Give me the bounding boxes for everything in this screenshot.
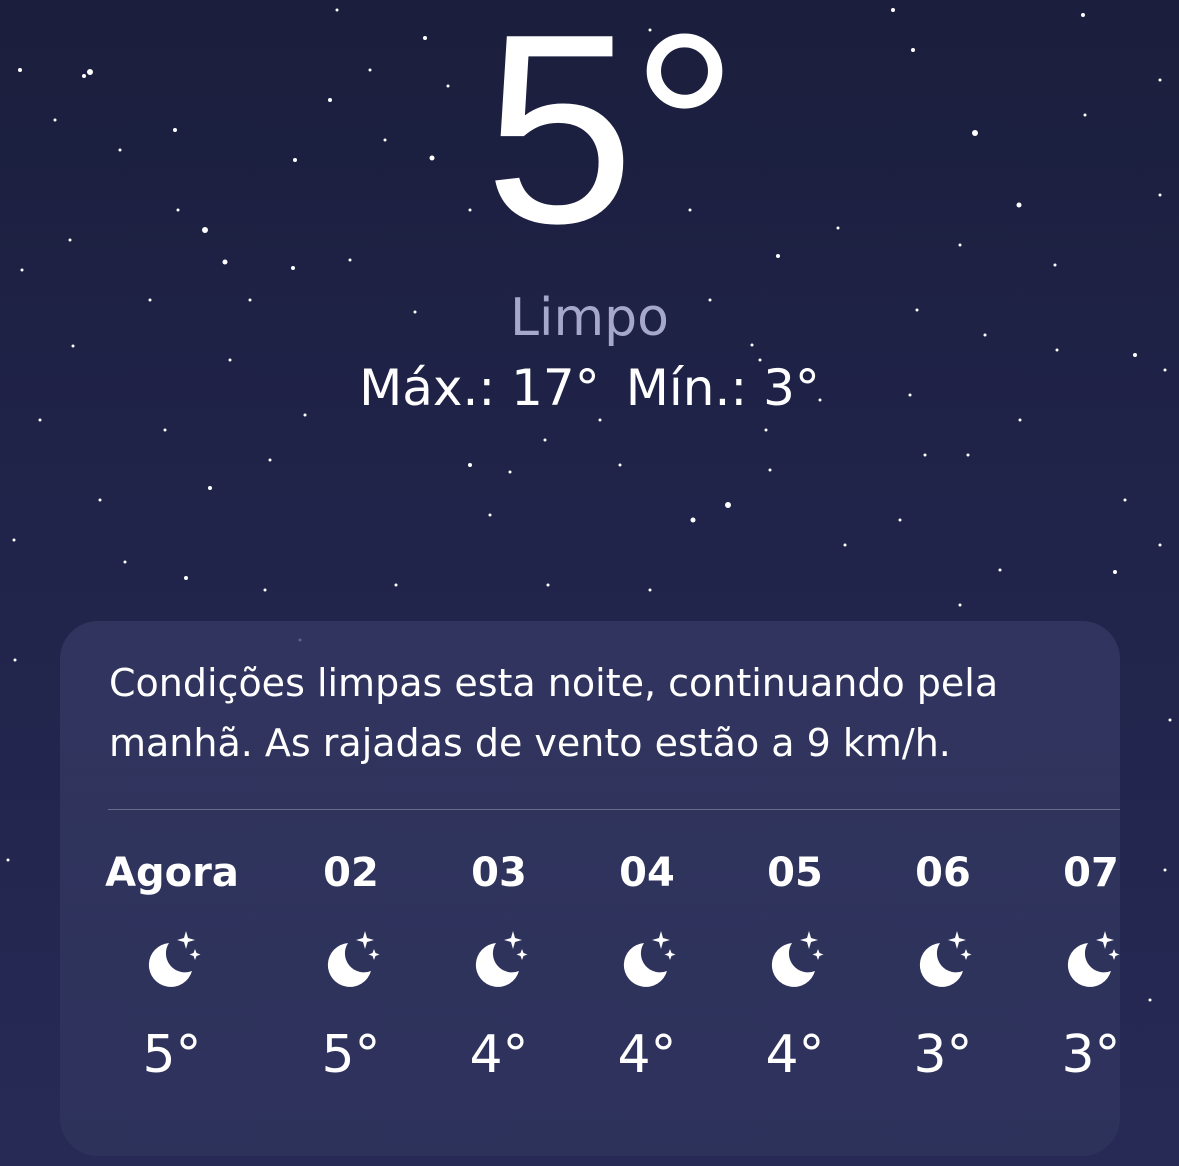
moon-stars-icon [919,931,972,987]
low-temperature: Mín.: 3° [625,359,820,417]
hour-temperature: 4° [617,1025,677,1085]
hour-label: 06 [915,850,971,896]
moon-stars-icon [327,931,380,987]
hour-item-06: 06 3° [863,841,1023,1087]
hour-item-agora: Agora 5° [92,841,252,1087]
hour-temperature: 3° [1061,1025,1120,1085]
high-low-temperatures: Máx.: 17° Mín.: 3° [0,356,1179,420]
hour-item-03: 03 4° [419,841,579,1087]
moon-stars-icon [1067,931,1120,987]
hour-item-04: 04 4° [567,841,727,1087]
hour-temperature: 5° [142,1025,202,1085]
current-temperature: 5° [484,0,738,280]
hour-temperature: 4° [765,1025,825,1085]
hour-temperature: 5° [321,1025,381,1085]
hourly-forecast-list[interactable]: Agora 5° 02 5° 03 4° 04 4° 05 4° 06 3° 0… [60,841,1120,1141]
moon-stars-icon [623,931,676,987]
moon-stars-icon [475,931,528,987]
hour-label: 03 [471,850,527,896]
hour-label: Agora [105,850,239,896]
hour-label: 07 [1063,850,1119,896]
divider [108,809,1120,810]
hour-label: 05 [767,850,823,896]
hour-item-05: 05 4° [715,841,875,1087]
weather-condition: Limpo [510,288,669,348]
moon-stars-icon [771,931,824,987]
hour-temperature: 4° [469,1025,529,1085]
hour-label: 02 [323,850,379,896]
hour-item-02: 02 5° [271,841,431,1087]
hour-temperature: 3° [913,1025,973,1085]
high-temperature: Máx.: 17° [359,359,600,417]
moon-stars-icon [148,931,201,987]
hour-item-07: 07 3° [1011,841,1120,1087]
hourly-forecast-card[interactable]: Condições limpas esta noite, continuando… [60,621,1120,1156]
forecast-summary: Condições limpas esta noite, continuando… [109,661,999,765]
hour-label: 04 [619,850,675,896]
